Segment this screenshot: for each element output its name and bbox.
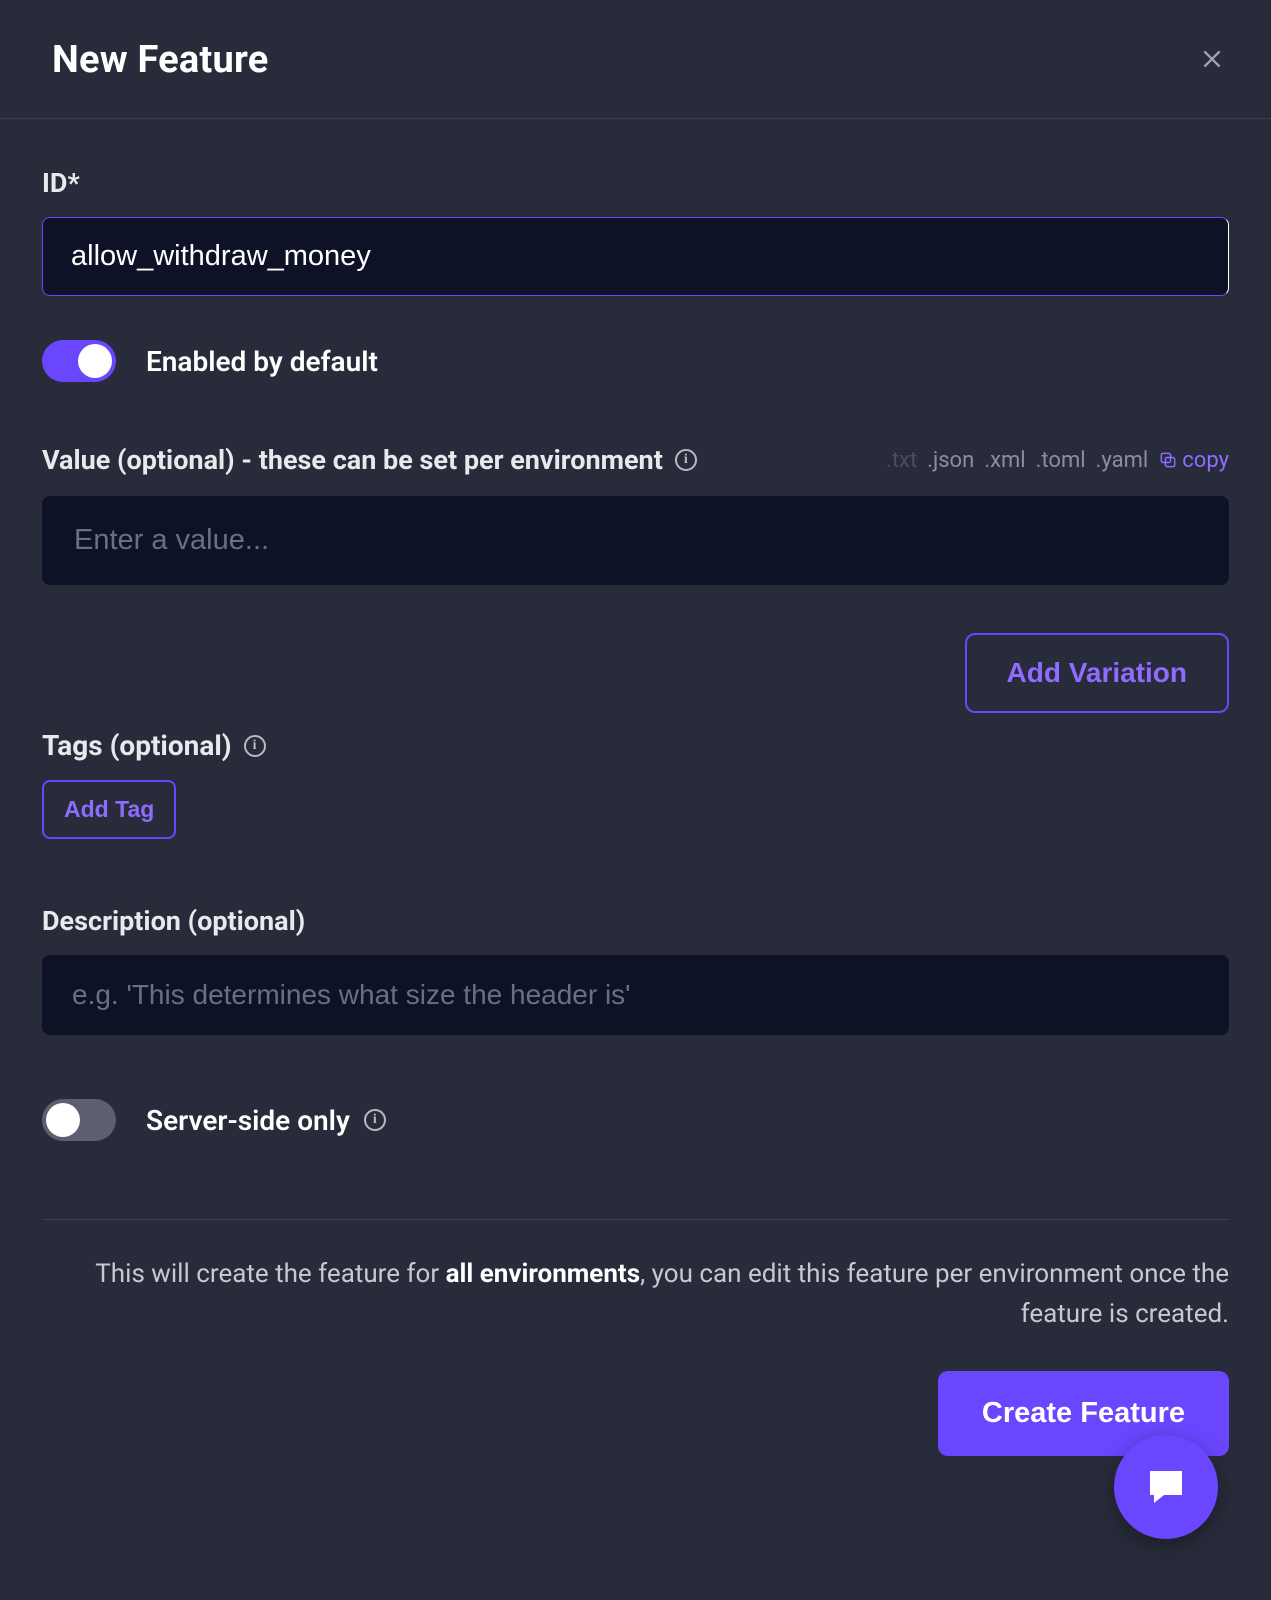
add-tag-button[interactable]: Add Tag [42, 780, 176, 839]
info-icon[interactable]: i [244, 735, 266, 757]
footer-actions: Create Feature [42, 1371, 1229, 1456]
enabled-toggle-row: Enabled by default [42, 340, 1229, 382]
server-side-toggle[interactable] [42, 1099, 116, 1141]
value-formats: .txt .json .xml .toml .yaml copy [886, 448, 1229, 473]
enabled-toggle[interactable] [42, 340, 116, 382]
value-label: Value (optional) - these can be set per … [42, 444, 697, 476]
tags-label-text: Tags (optional) [42, 729, 232, 762]
info-icon[interactable]: i [364, 1109, 386, 1131]
chat-icon [1142, 1463, 1190, 1511]
toggle-thumb [78, 344, 112, 378]
format-toml[interactable]: .toml [1036, 448, 1086, 473]
modal-header: New Feature [0, 0, 1271, 119]
value-section: Value (optional) - these can be set per … [42, 444, 1229, 585]
format-json[interactable]: .json [927, 448, 974, 473]
new-feature-modal: New Feature ID* Enabled by default Value… [0, 0, 1271, 1600]
format-yaml[interactable]: .yaml [1096, 448, 1149, 473]
copy-button[interactable]: copy [1158, 448, 1229, 473]
description-label: Description (optional) [42, 905, 1229, 937]
value-header: Value (optional) - these can be set per … [42, 444, 1229, 476]
server-side-label-text: Server-side only [146, 1104, 350, 1137]
info-icon[interactable]: i [675, 449, 697, 471]
modal-title: New Feature [52, 38, 268, 82]
server-side-label: Server-side only i [146, 1104, 386, 1137]
server-side-section: Server-side only i [42, 1099, 1229, 1141]
chat-fab[interactable] [1114, 1435, 1218, 1539]
footer-note: This will create the feature for all env… [42, 1254, 1229, 1335]
copy-icon [1158, 450, 1178, 470]
id-label: ID* [42, 167, 1229, 199]
footer-note-prefix: This will create the feature for [95, 1259, 445, 1289]
add-variation-row: Add Variation [42, 633, 1229, 713]
value-label-text: Value (optional) - these can be set per … [42, 444, 663, 476]
description-input[interactable] [42, 955, 1229, 1035]
footer-divider [42, 1219, 1229, 1220]
copy-label: copy [1182, 448, 1229, 473]
tags-section: Tags (optional) i Add Tag [42, 729, 1229, 839]
toggle-thumb [46, 1103, 80, 1137]
id-input[interactable] [42, 217, 1229, 296]
tags-label: Tags (optional) i [42, 729, 1229, 762]
description-section: Description (optional) [42, 905, 1229, 1035]
add-variation-button[interactable]: Add Variation [965, 633, 1229, 713]
footer-note-bold: all environments [446, 1259, 640, 1289]
close-icon [1199, 46, 1225, 72]
value-input[interactable] [42, 496, 1229, 585]
footer-note-suffix: , you can edit this feature per environm… [640, 1259, 1229, 1329]
format-txt[interactable]: .txt [886, 448, 917, 473]
close-button[interactable] [1195, 42, 1229, 79]
enabled-toggle-label: Enabled by default [146, 345, 378, 378]
modal-body: ID* Enabled by default Value (optional) … [0, 119, 1271, 1486]
format-xml[interactable]: .xml [984, 448, 1025, 473]
